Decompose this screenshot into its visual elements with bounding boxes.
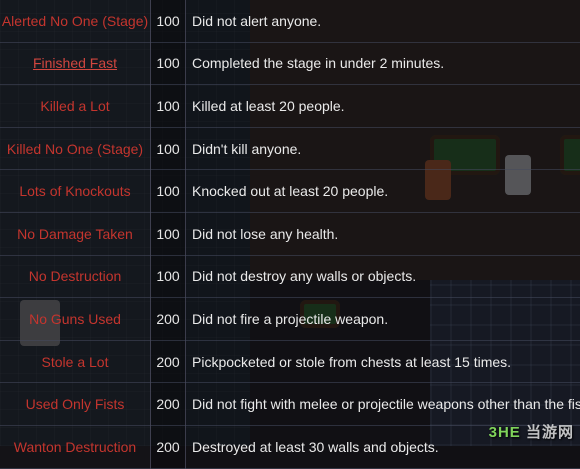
- achievement-name: Stole a Lot: [0, 340, 151, 383]
- achievement-description: Did not fire a projectile weapon.: [186, 298, 580, 341]
- table-row: Used Only Fists 200 Did not fight with m…: [0, 383, 580, 426]
- achievement-points: 100: [151, 0, 186, 42]
- achievement-points: 100: [151, 127, 186, 170]
- achievement-description: Knocked out at least 20 people.: [186, 170, 580, 213]
- achievement-points: 100: [151, 85, 186, 128]
- achievement-name: No Damage Taken: [0, 212, 151, 255]
- achievement-name: Used Only Fists: [0, 383, 151, 426]
- achievement-description: Killed at least 20 people.: [186, 85, 580, 128]
- achievements-table: Alerted No One (Stage) 100 Did not alert…: [0, 0, 580, 469]
- achievement-description: Did not lose any health.: [186, 212, 580, 255]
- achievement-points: 200: [151, 340, 186, 383]
- achievement-points: 200: [151, 383, 186, 426]
- achievement-description: Completed the stage in under 2 minutes.: [186, 42, 580, 85]
- achievement-points: 100: [151, 255, 186, 298]
- achievement-description: Did not destroy any walls or objects.: [186, 255, 580, 298]
- achievement-points: 100: [151, 170, 186, 213]
- table-row: No Guns Used 200 Did not fire a projecti…: [0, 298, 580, 341]
- achievement-name: Lots of Knockouts: [0, 170, 151, 213]
- achievement-name: Killed No One (Stage): [0, 127, 151, 170]
- table-row: Lots of Knockouts 100 Knocked out at lea…: [0, 170, 580, 213]
- achievement-description: Did not fight with melee or projectile w…: [186, 383, 580, 426]
- achievement-name: Wanton Destruction: [0, 425, 151, 468]
- watermark-site: 当游网: [526, 424, 574, 441]
- achievement-points: 200: [151, 425, 186, 468]
- achievement-name: Killed a Lot: [0, 85, 151, 128]
- achievement-points: 200: [151, 298, 186, 341]
- table-row: No Damage Taken 100 Did not lose any hea…: [0, 212, 580, 255]
- achievement-description: Didn't kill anyone.: [186, 127, 580, 170]
- achievement-description: Pickpocketed or stole from chests at lea…: [186, 340, 580, 383]
- achievement-description: Did not alert anyone.: [186, 0, 580, 42]
- table-row: Killed No One (Stage) 100 Didn't kill an…: [0, 127, 580, 170]
- table-row: Finished Fast 100 Completed the stage in…: [0, 42, 580, 85]
- table-row: Alerted No One (Stage) 100 Did not alert…: [0, 0, 580, 42]
- achievement-points: 100: [151, 212, 186, 255]
- table-row: No Destruction 100 Did not destroy any w…: [0, 255, 580, 298]
- achievement-points: 100: [151, 42, 186, 85]
- achievement-name: No Guns Used: [0, 298, 151, 341]
- table-row: Killed a Lot 100 Killed at least 20 peop…: [0, 85, 580, 128]
- achievement-name: No Destruction: [0, 255, 151, 298]
- site-watermark: 3HE 当游网: [489, 421, 574, 442]
- watermark-brand: 3HE: [489, 424, 521, 441]
- achievement-name: Alerted No One (Stage): [0, 0, 151, 42]
- achievement-name-link[interactable]: Finished Fast: [0, 42, 151, 85]
- table-row: Stole a Lot 200 Pickpocketed or stole fr…: [0, 340, 580, 383]
